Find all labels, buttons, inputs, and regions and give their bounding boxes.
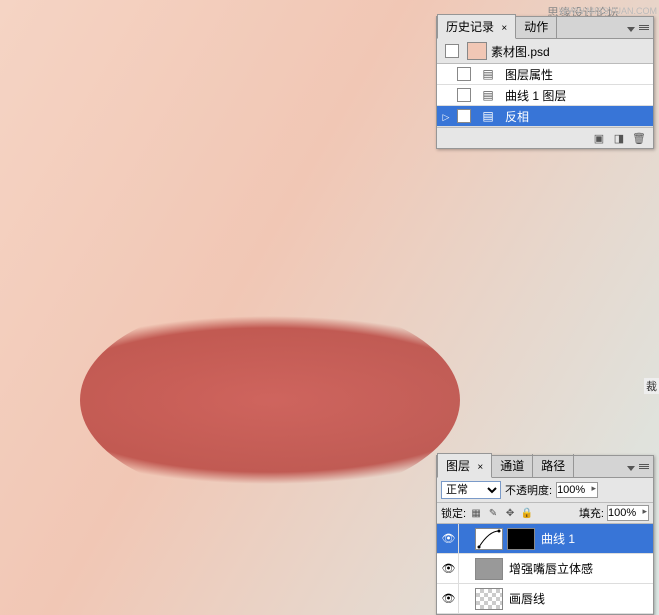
cropped-panel-label: 裁	[644, 378, 659, 394]
tab-paths[interactable]: 路径	[533, 454, 574, 477]
layer-mask-thumbnail[interactable]	[507, 528, 535, 550]
history-list: ▤ 图层属性 ▤ 曲线 1 图层 ▤ 反相	[437, 64, 653, 127]
tab-layers[interactable]: 图层 ×	[437, 453, 492, 478]
layer-list: 👁 曲线 1 👁 增强嘴唇立体感 👁 画唇线	[437, 524, 653, 614]
curves-adjustment-thumbnail[interactable]	[475, 528, 503, 550]
tab-paths-label: 路径	[541, 459, 565, 473]
layer-visibility-toggle[interactable]: 👁	[439, 584, 459, 613]
tab-actions-label: 动作	[524, 20, 548, 34]
panel-menu-button[interactable]	[621, 21, 653, 38]
layer-name[interactable]: 曲线 1	[537, 530, 651, 547]
blend-mode-select[interactable]: 正常	[441, 481, 501, 499]
history-panel-footer: ▣ ◨ 🗑	[437, 127, 653, 148]
curves-icon	[477, 529, 501, 549]
lock-position-icon[interactable]: ✥	[503, 506, 517, 520]
menu-lines-icon	[639, 25, 649, 36]
lock-pixels-icon[interactable]: ✎	[486, 506, 500, 520]
lock-row: 锁定: ▦ ✎ ✥ 🔒 填充:	[437, 503, 653, 524]
menu-lines-icon	[639, 464, 649, 475]
fill-label: 填充:	[579, 505, 604, 521]
curves-layer-icon: ▤	[475, 88, 501, 102]
menu-arrow-icon	[627, 466, 635, 471]
lock-all-icon[interactable]: 🔒	[520, 506, 534, 520]
history-panel-tabs: 历史记录 × 动作	[437, 17, 653, 39]
history-item-label: 图层属性	[501, 66, 651, 83]
opacity-label: 不透明度:	[505, 482, 552, 498]
tab-history[interactable]: 历史记录 ×	[437, 14, 516, 39]
tab-close-icon[interactable]: ×	[501, 23, 507, 34]
tab-channels[interactable]: 通道	[492, 454, 533, 477]
lock-label: 锁定:	[441, 505, 466, 521]
history-item-label: 曲线 1 图层	[501, 87, 651, 104]
fill-input[interactable]	[607, 505, 649, 521]
history-item[interactable]: ▤ 反相	[437, 106, 653, 127]
opacity-input[interactable]	[556, 482, 598, 498]
source-thumbnail	[467, 42, 487, 60]
layer-name[interactable]: 增强嘴唇立体感	[505, 560, 651, 577]
history-brush-checkbox[interactable]	[457, 109, 471, 123]
history-source-row[interactable]: 素材图.psd	[437, 39, 653, 64]
layer-properties-icon: ▤	[475, 67, 501, 81]
layers-panel-tabs: 图层 × 通道 路径	[437, 456, 653, 478]
layer-item[interactable]: 👁 增强嘴唇立体感	[437, 554, 653, 584]
new-snapshot-icon[interactable]: ◨	[611, 131, 627, 145]
tab-history-label: 历史记录	[446, 20, 494, 34]
history-panel: 历史记录 × 动作 素材图.psd ▤ 图层属性 ▤ 曲线 1 图层	[436, 16, 654, 149]
lock-transparency-icon[interactable]: ▦	[469, 506, 483, 520]
tab-channels-label: 通道	[500, 459, 524, 473]
history-item-label: 反相	[501, 108, 651, 125]
tab-close-icon[interactable]: ×	[477, 462, 483, 473]
history-brush-checkbox[interactable]	[457, 67, 471, 81]
panel-menu-button[interactable]	[621, 460, 653, 477]
history-state-arrow	[439, 109, 453, 123]
history-item[interactable]: ▤ 图层属性	[437, 64, 653, 85]
invert-icon: ▤	[475, 109, 501, 123]
layer-item[interactable]: 👁 曲线 1	[437, 524, 653, 554]
history-source-checkbox[interactable]	[445, 44, 459, 58]
source-doc-name: 素材图.psd	[491, 43, 550, 60]
watermark-url: WWW.MISSYUAN.COM	[559, 6, 657, 16]
layer-thumbnail[interactable]	[475, 588, 503, 610]
layer-name[interactable]: 画唇线	[505, 590, 651, 607]
layers-options-row: 正常 不透明度:	[437, 478, 653, 503]
layers-panel: 图层 × 通道 路径 正常 不透明度: 锁定: ▦ ✎ ✥ 🔒 填充:	[436, 455, 654, 615]
tab-actions[interactable]: 动作	[516, 15, 557, 38]
canvas-photo	[80, 300, 460, 500]
layer-item[interactable]: 👁 画唇线	[437, 584, 653, 614]
layer-visibility-toggle[interactable]: 👁	[439, 524, 459, 553]
new-document-from-state-icon[interactable]: ▣	[591, 131, 607, 145]
history-brush-checkbox[interactable]	[457, 88, 471, 102]
tab-layers-label: 图层	[446, 459, 470, 473]
delete-state-icon[interactable]: 🗑	[631, 131, 647, 145]
menu-arrow-icon	[627, 27, 635, 32]
history-item[interactable]: ▤ 曲线 1 图层	[437, 85, 653, 106]
layer-visibility-toggle[interactable]: 👁	[439, 554, 459, 583]
layer-thumbnail[interactable]	[475, 558, 503, 580]
